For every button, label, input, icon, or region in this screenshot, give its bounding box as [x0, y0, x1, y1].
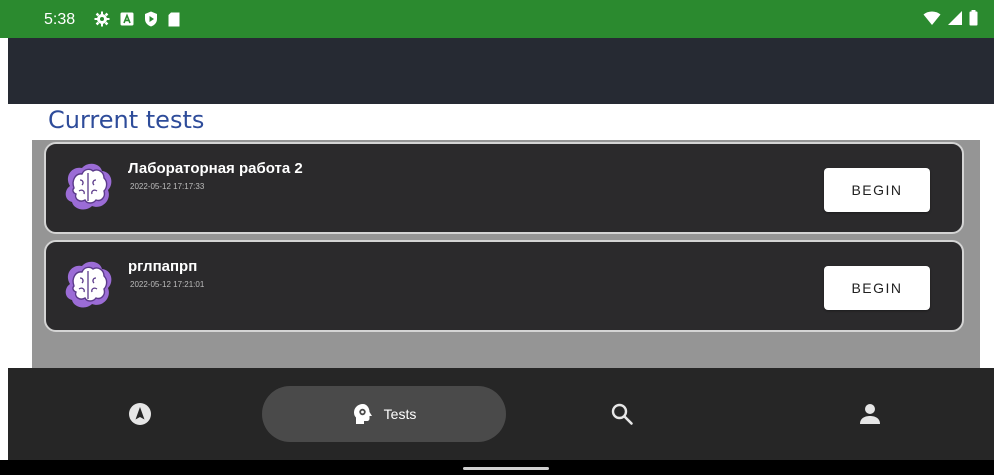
brain-icon — [65, 261, 112, 308]
tests-list[interactable]: Лабораторная работа 2 2022-05-12 17:17:3… — [32, 140, 980, 368]
page-title: Current tests — [48, 106, 205, 134]
compass-icon — [129, 403, 151, 425]
test-card[interactable]: рглпапрп 2022-05-12 17:21:01 BEGIN — [44, 240, 964, 332]
nav-item-label: Tests — [383, 406, 417, 422]
gesture-bar — [0, 460, 994, 475]
begin-button[interactable]: BEGIN — [824, 168, 930, 212]
person-icon — [860, 404, 880, 424]
nav-item-tests[interactable]: Tests — [262, 386, 506, 442]
test-title: рглпапрп — [128, 258, 198, 275]
status-time: 5:38 — [44, 11, 76, 28]
brain-icon — [65, 163, 112, 210]
test-title: Лабораторная работа 2 — [128, 160, 303, 177]
nav-item-home[interactable] — [108, 368, 172, 460]
status-system-icons — [923, 10, 978, 26]
test-date: 2022-05-12 17:21:01 — [130, 280, 205, 289]
wifi-icon — [923, 11, 941, 25]
status-notification-icons — [94, 11, 180, 27]
status-bar: 5:38 — [0, 0, 994, 38]
nav-item-profile[interactable] — [838, 368, 902, 460]
play-shield-icon — [145, 11, 157, 27]
begin-button[interactable]: BEGIN — [824, 266, 930, 310]
battery-icon — [969, 10, 978, 26]
sd-card-icon — [168, 12, 180, 26]
bottom-navigation: Tests — [8, 368, 994, 460]
home-gesture-handle[interactable] — [463, 467, 549, 470]
app-bar — [8, 38, 994, 104]
test-date: 2022-05-12 17:17:33 — [130, 182, 205, 191]
signal-icon — [948, 11, 962, 25]
brain-gear-icon — [353, 404, 372, 424]
nav-item-search[interactable] — [590, 368, 654, 460]
search-icon — [611, 403, 633, 425]
test-card[interactable]: Лабораторная работа 2 2022-05-12 17:17:3… — [44, 142, 964, 234]
gear-icon — [94, 11, 110, 27]
a-box-icon — [120, 12, 134, 26]
